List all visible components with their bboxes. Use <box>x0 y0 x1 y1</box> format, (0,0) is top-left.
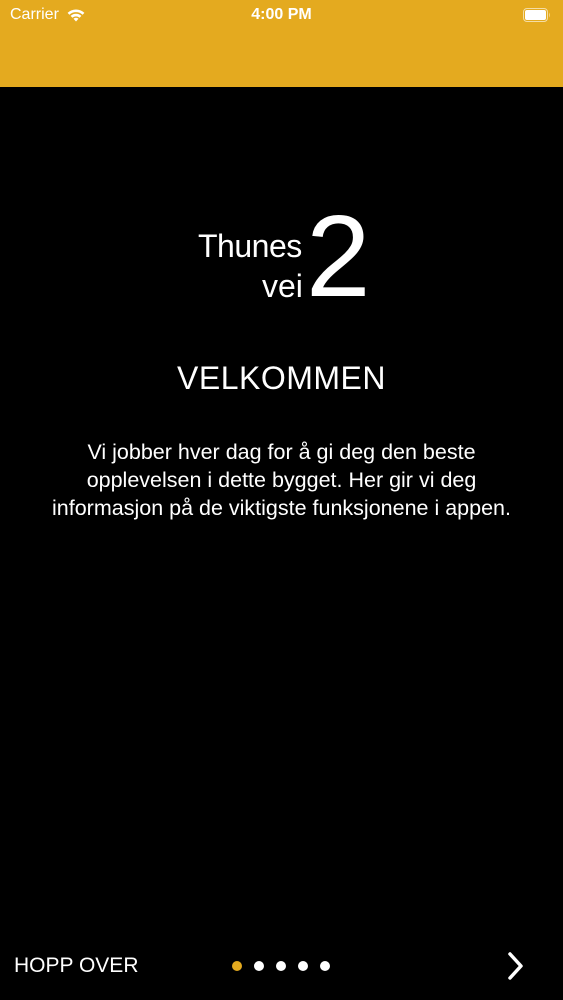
next-button[interactable] <box>500 948 530 984</box>
onboarding-title: VELKOMMEN <box>177 360 386 396</box>
page-indicator <box>232 961 330 971</box>
status-row: Carrier 4:00 PM <box>0 0 563 30</box>
status-time: 4:00 PM <box>251 6 312 23</box>
logo-number: 2 <box>306 191 371 321</box>
onboarding-screen: Carrier 4:00 PM Thunes vei 2 VELKOMMEN V… <box>0 0 563 1000</box>
chevron-right-icon <box>508 952 523 980</box>
page-dot-5[interactable] <box>320 961 330 971</box>
skip-button[interactable]: HOPP OVER <box>14 954 138 978</box>
logo-line-thunes: Thunes <box>198 228 302 264</box>
onboarding-body: Vi jobber hver dag for å gi deg den best… <box>52 440 511 520</box>
status-bar: Carrier 4:00 PM <box>0 0 563 87</box>
page-dot-1[interactable] <box>232 961 242 971</box>
onboarding-nav-bar: HOPP OVER <box>0 940 563 990</box>
battery-icon <box>523 8 550 22</box>
page-dot-3[interactable] <box>276 961 286 971</box>
logo-line-vei: vei <box>262 268 303 304</box>
page-dot-4[interactable] <box>298 961 308 971</box>
page-dot-2[interactable] <box>254 961 264 971</box>
app-logo: Thunes vei 2 <box>198 198 371 316</box>
